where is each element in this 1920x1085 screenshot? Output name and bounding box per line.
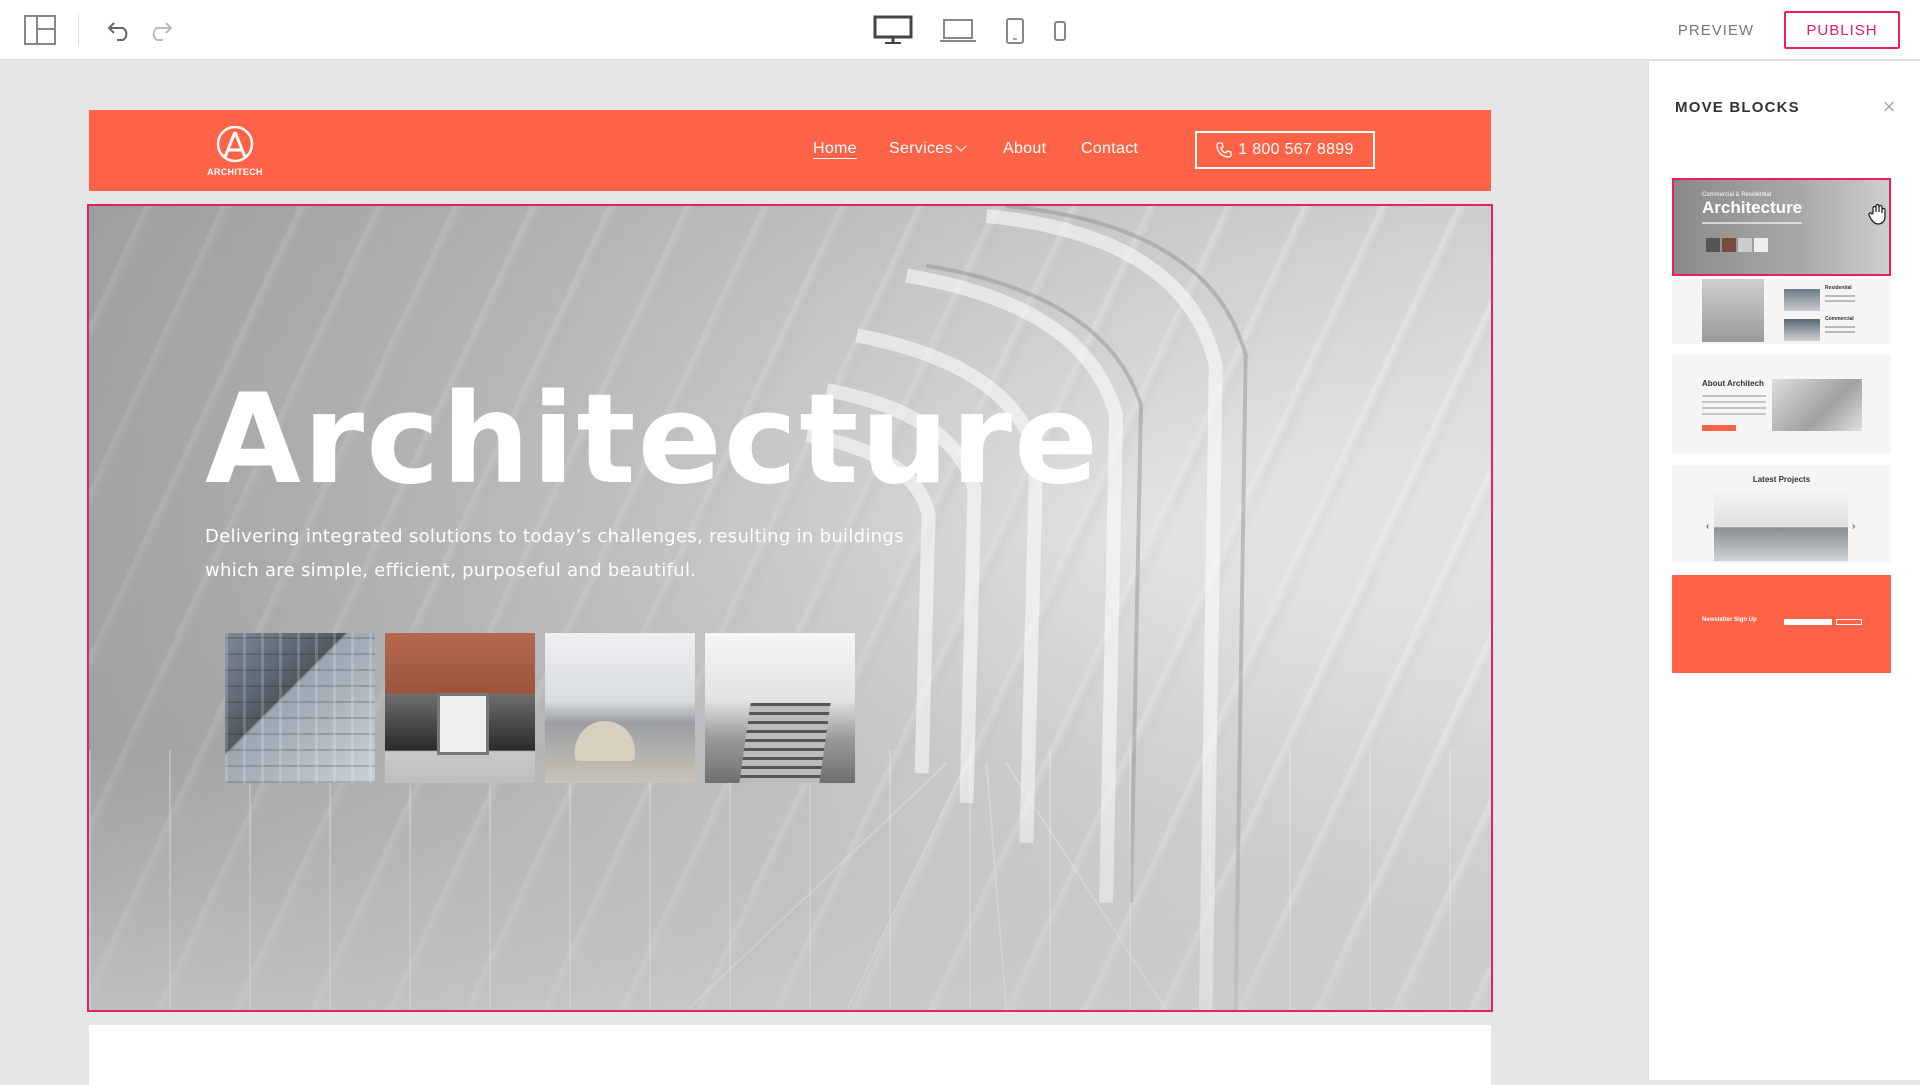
- hero-title[interactable]: Architecture: [205, 368, 1100, 512]
- nav-services-label: Services: [889, 140, 953, 157]
- block-about-button: [1702, 425, 1736, 431]
- block-thumb-newsletter[interactable]: Newsletter Sign Up: [1672, 575, 1891, 673]
- text-line: [1825, 331, 1855, 333]
- hero-subtitle[interactable]: Delivering integrated solutions to today…: [205, 520, 905, 588]
- move-blocks-panel: MOVE BLOCKS × Commercial & Residential A…: [1648, 61, 1920, 1080]
- logo-icon: [216, 125, 254, 163]
- laptop-icon[interactable]: [938, 14, 978, 48]
- chevron-down-icon: [955, 140, 967, 152]
- preview-button[interactable]: PREVIEW: [1664, 12, 1768, 48]
- toolbar-divider: [78, 14, 79, 46]
- editor-canvas: ARCHITECH Home Services About Contact 1 …: [0, 61, 1648, 1085]
- phone-number: 1 800 567 8899: [1238, 141, 1354, 158]
- chevron-right-icon: ›: [1852, 521, 1856, 532]
- block-newsletter-title: Newsletter Sign Up: [1702, 617, 1757, 623]
- text-line: [1702, 413, 1766, 415]
- site-header[interactable]: ARCHITECH Home Services About Contact 1 …: [89, 110, 1491, 191]
- hero-floor: [89, 750, 1491, 1010]
- block-thumb-projects[interactable]: Latest Projects ‹ ›: [1672, 465, 1891, 563]
- redo-icon[interactable]: [144, 14, 176, 46]
- nav-contact[interactable]: Contact: [1081, 140, 1138, 158]
- gallery-image-building[interactable]: [225, 633, 375, 783]
- hero-block[interactable]: Architecture Delivering integrated solut…: [87, 204, 1493, 1012]
- block-services-label-2: Commercial: [1825, 316, 1854, 322]
- block-services-image-commercial: [1784, 319, 1820, 341]
- text-line: [1702, 407, 1766, 409]
- phone-button[interactable]: 1 800 567 8899: [1195, 131, 1375, 169]
- tablet-icon[interactable]: [1002, 14, 1028, 48]
- block-thumb-hero[interactable]: Commercial & Residential Architecture: [1672, 178, 1891, 276]
- block-thumb-services[interactable]: Residential Commercial: [1672, 279, 1891, 344]
- chevron-left-icon: ‹: [1706, 521, 1710, 532]
- layout-icon[interactable]: [22, 12, 58, 48]
- next-block[interactable]: [89, 1025, 1491, 1085]
- text-line: [1825, 326, 1855, 328]
- text-line: [1825, 295, 1855, 297]
- text-line: [1702, 395, 1766, 397]
- undo-icon[interactable]: [104, 14, 136, 46]
- text-line: [1825, 300, 1855, 302]
- gallery-image-storefront[interactable]: [385, 633, 535, 783]
- block-services-image: [1702, 279, 1764, 342]
- nav-home[interactable]: Home: [813, 140, 857, 158]
- nav-about[interactable]: About: [1003, 140, 1046, 158]
- text-line: [1702, 401, 1766, 403]
- desktop-icon[interactable]: [872, 12, 914, 48]
- site-logo[interactable]: ARCHITECH: [205, 125, 265, 180]
- top-toolbar: PREVIEW PUBLISH: [0, 0, 1920, 60]
- block-projects-image: [1714, 493, 1848, 561]
- block-services-image-residential: [1784, 289, 1820, 311]
- block-about-image: [1772, 379, 1862, 431]
- nav-services[interactable]: Services: [889, 140, 967, 158]
- grab-hand-icon: [1868, 203, 1886, 225]
- block-hero-subtitle-line: [1702, 222, 1802, 224]
- gallery-image-courtyard[interactable]: [545, 633, 695, 783]
- gallery-image-staircase[interactable]: [705, 633, 855, 783]
- block-newsletter-input: [1784, 619, 1832, 625]
- publish-button[interactable]: PUBLISH: [1784, 11, 1900, 49]
- block-newsletter-button: [1836, 619, 1862, 625]
- close-icon[interactable]: ×: [1875, 93, 1903, 121]
- panel-title: MOVE BLOCKS: [1675, 99, 1800, 116]
- block-services-label-1: Residential: [1825, 285, 1852, 291]
- logo-text: ARCHITECH: [207, 167, 263, 177]
- phone-icon[interactable]: [1050, 16, 1070, 46]
- block-hero-gallery: [1706, 238, 1768, 252]
- phone-handset-icon: [1216, 142, 1232, 158]
- block-hero-title: Architecture: [1702, 198, 1803, 217]
- block-thumb-about[interactable]: About Architech: [1672, 355, 1891, 453]
- hero-gallery: [225, 633, 855, 783]
- block-projects-title: Latest Projects: [1752, 475, 1811, 484]
- block-about-title: About Architech: [1702, 379, 1764, 388]
